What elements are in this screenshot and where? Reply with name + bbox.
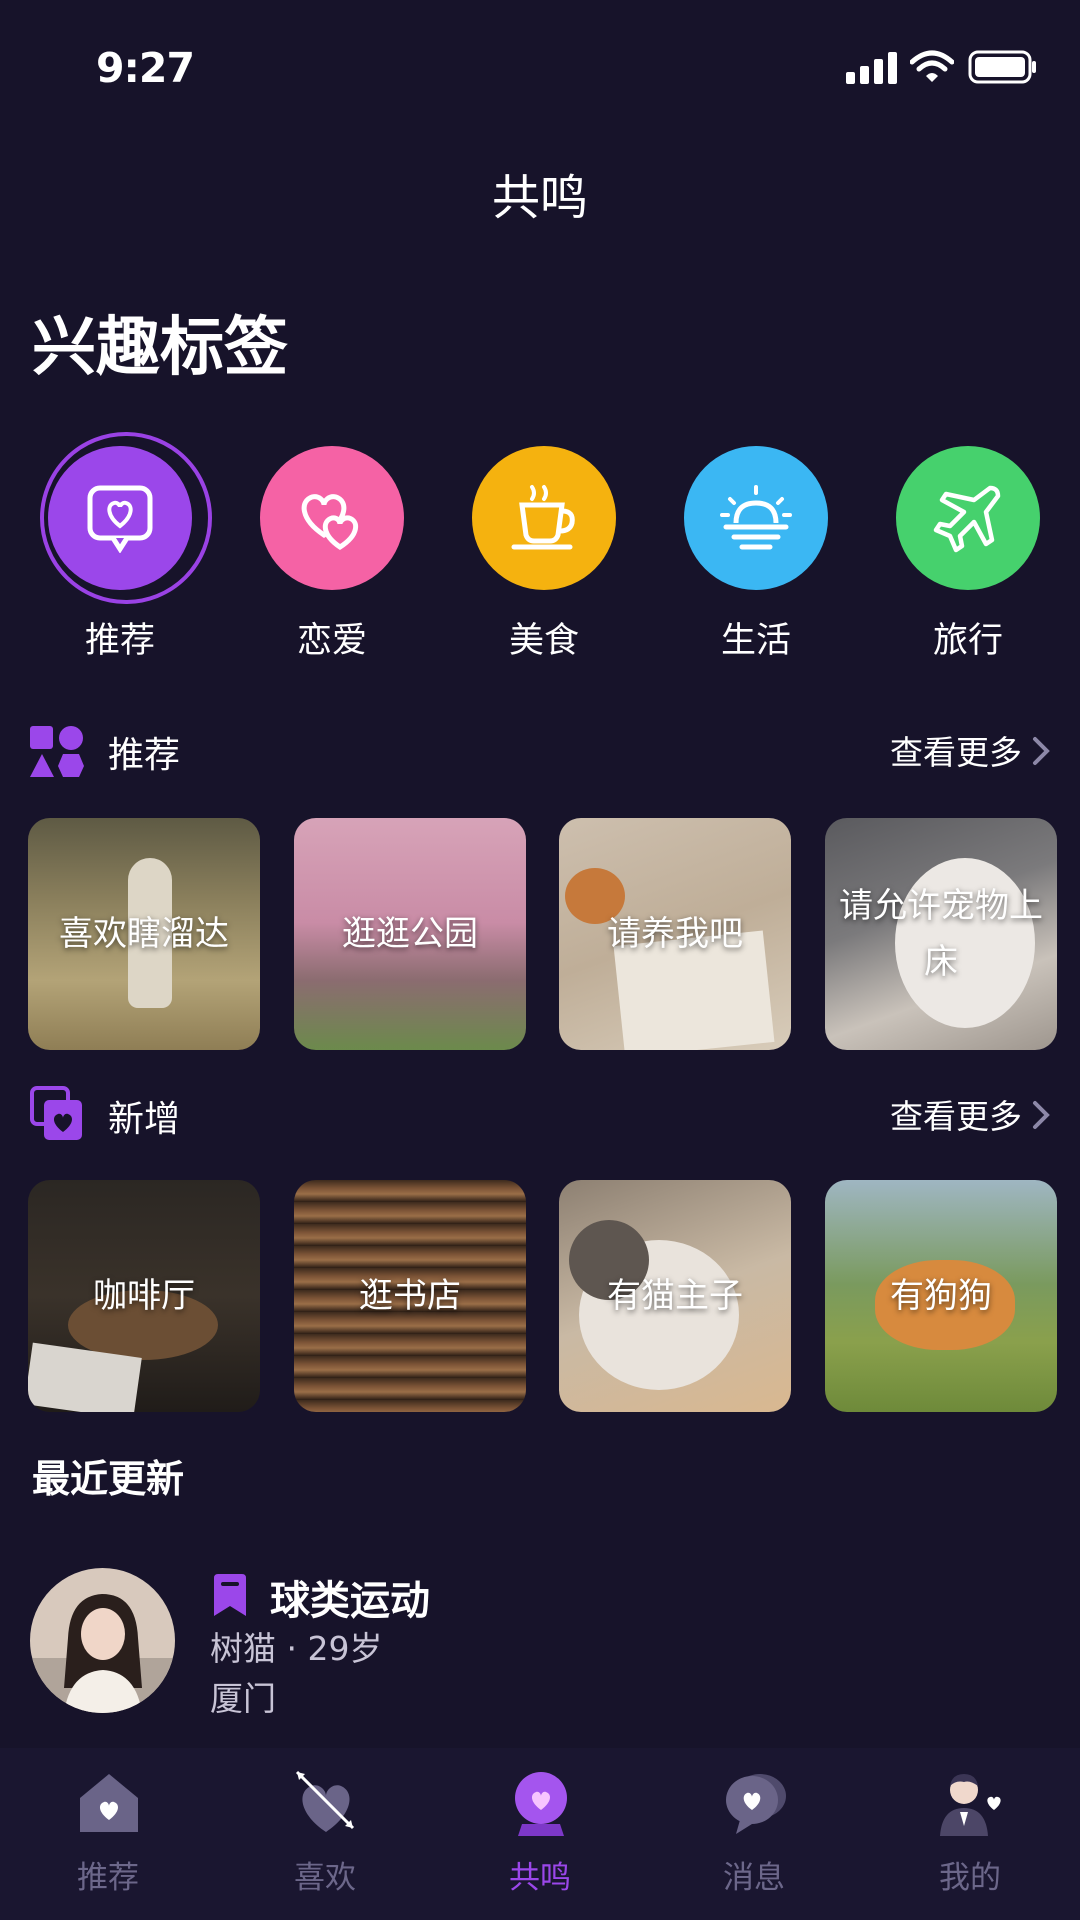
coffee-cup-icon <box>472 446 616 590</box>
category-life[interactable]: 生活 <box>646 430 836 670</box>
category-label: 生活 <box>720 621 791 661</box>
new-card[interactable]: 有猫主子 <box>559 1180 791 1412</box>
new-card[interactable]: 咖啡厅 <box>28 1180 260 1412</box>
category-label: 旅行 <box>932 621 1003 661</box>
category-food[interactable]: 美食 <box>434 430 624 670</box>
status-time: 9:27 <box>96 44 195 92</box>
category-label: 恋爱 <box>296 621 367 661</box>
tab-label: 推荐 <box>77 1860 139 1896</box>
category-row: 推荐 恋爱 美食 生活 旅行 <box>0 430 1080 670</box>
recent-post[interactable]: 球类运动 树猫 · 29岁 厦门 <box>30 1568 1050 1718</box>
bookmark-icon <box>214 1574 246 1616</box>
signal-icon <box>846 52 897 84</box>
new-see-more[interactable]: 查看更多 <box>890 1090 1022 1138</box>
post-location: 厦门 <box>210 1679 276 1718</box>
new-grid: 咖啡厅 逛书店 有猫主子 有狗狗 <box>28 1180 1057 1412</box>
airplane-icon <box>896 446 1040 590</box>
new-card[interactable]: 有狗狗 <box>825 1180 1057 1412</box>
tab-profile[interactable]: 我的 <box>900 1768 1040 1908</box>
tab-label: 我的 <box>939 1860 1001 1896</box>
crystal-ball-icon <box>515 1772 567 1836</box>
user-heart-icon <box>940 1774 1001 1836</box>
recommend-card[interactable]: 请养我吧 <box>559 818 791 1050</box>
card-caption: 请养我吧 <box>607 914 743 954</box>
tab-label: 共鸣 <box>509 1860 571 1896</box>
page-title: 共鸣 <box>491 170 588 226</box>
post-author-age: 树猫 · 29岁 <box>210 1629 383 1668</box>
category-label: 推荐 <box>84 621 155 661</box>
interest-heading: 兴趣标签 <box>32 311 288 385</box>
heart-chat-icon <box>48 446 192 590</box>
heart-arrow-icon <box>295 1770 355 1832</box>
card-caption: 请允许宠物上床 <box>839 886 1043 982</box>
heart-cards-icon <box>30 1086 82 1140</box>
chat-heart-icon <box>726 1774 786 1834</box>
recent-heading: 最近更新 <box>32 1457 185 1501</box>
category-travel[interactable]: 旅行 <box>858 430 1048 670</box>
tab-bar: 推荐 喜欢 共鸣 消息 我的 <box>0 1748 1080 1920</box>
card-caption: 咖啡厅 <box>93 1276 195 1316</box>
double-heart-icon <box>260 446 404 590</box>
category-label: 美食 <box>508 621 579 661</box>
recommend-title: 推荐 <box>108 735 181 776</box>
new-title: 新增 <box>108 1099 181 1140</box>
house-heart-icon <box>80 1774 138 1832</box>
status-bar: 9:27 <box>0 0 1080 140</box>
chevron-right-icon[interactable] <box>1030 736 1052 766</box>
recommend-card[interactable]: 逛逛公园 <box>294 818 526 1050</box>
new-header: 新增 查看更多 <box>30 1086 1052 1146</box>
tab-recommend[interactable]: 推荐 <box>38 1768 178 1908</box>
tab-resonance[interactable]: 共鸣 <box>470 1768 610 1908</box>
avatar[interactable] <box>30 1568 175 1713</box>
tab-label: 喜欢 <box>294 1860 356 1896</box>
card-caption: 逛逛公园 <box>342 914 478 954</box>
recommend-card[interactable]: 喜欢瞎溜达 <box>28 818 260 1050</box>
shapes-icon <box>30 726 84 777</box>
post-tag: 球类运动 <box>270 1578 430 1624</box>
tab-like[interactable]: 喜欢 <box>255 1768 395 1908</box>
battery-icon <box>968 50 1036 84</box>
recommend-header: 推荐 查看更多 <box>30 722 1052 782</box>
chevron-right-icon[interactable] <box>1030 1100 1052 1130</box>
new-card[interactable]: 逛书店 <box>294 1180 526 1412</box>
wifi-icon <box>910 50 954 82</box>
card-caption: 有猫主子 <box>607 1276 743 1316</box>
recommend-grid: 喜欢瞎溜达 逛逛公园 请养我吧 请允许宠物上床 <box>28 818 1057 1050</box>
recommend-see-more[interactable]: 查看更多 <box>890 726 1022 774</box>
sunrise-icon <box>684 446 828 590</box>
tab-messages[interactable]: 消息 <box>684 1768 824 1908</box>
card-caption: 逛书店 <box>359 1276 461 1316</box>
recommend-card[interactable]: 请允许宠物上床 <box>825 818 1057 1050</box>
category-recommend[interactable]: 推荐 <box>10 430 212 670</box>
tab-label: 消息 <box>723 1860 785 1896</box>
card-caption: 有狗狗 <box>890 1276 992 1316</box>
category-love[interactable]: 恋爱 <box>222 430 412 670</box>
card-caption: 喜欢瞎溜达 <box>59 914 229 954</box>
